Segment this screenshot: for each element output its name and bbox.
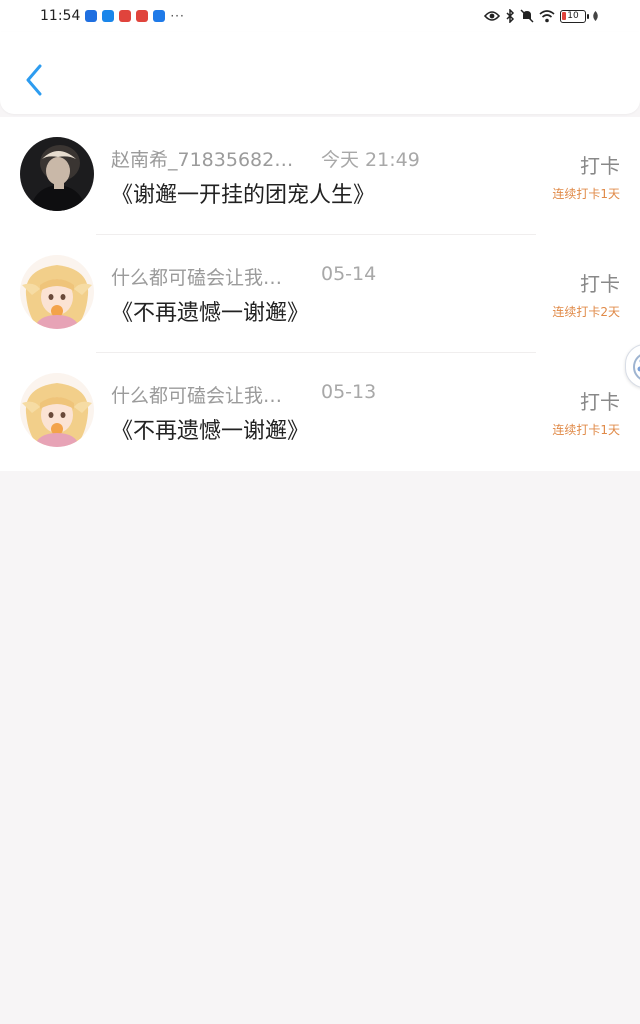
dark-photo-avatar-icon	[20, 137, 94, 211]
app-notification-icon-1	[85, 10, 98, 22]
battery-level: 10	[567, 11, 579, 21]
list-item[interactable]: 什么都可磕会让我… 05-13 《不再遗憾一谢邂》 打卡 连续打卡1天	[0, 353, 640, 471]
list-item[interactable]: 赵南希_71835682… 今天 21:49 《谢邂一开挂的团宠人生》 打卡 连…	[0, 117, 640, 235]
app-notification-icon-3	[119, 10, 132, 22]
anime-girl-avatar-icon	[20, 255, 94, 329]
leaf-icon	[593, 11, 598, 21]
status-time: 11:54	[40, 8, 81, 24]
checkin-button[interactable]: 打卡	[580, 268, 620, 297]
app-notification-icon-4	[136, 10, 149, 22]
anime-girl-avatar-icon	[20, 373, 94, 447]
status-right: 10	[484, 9, 600, 23]
entry-book-title: 《不再遗憾一谢邂》	[111, 419, 310, 444]
status-overflow: ···	[170, 9, 185, 23]
checkin-list: 赵南希_71835682… 今天 21:49 《谢邂一开挂的团宠人生》 打卡 连…	[0, 117, 640, 471]
checkin-streak: 连续打卡1天	[552, 423, 620, 437]
status-left: 11:54 ···	[40, 8, 185, 24]
avatar[interactable]	[20, 373, 94, 447]
back-button[interactable]	[18, 60, 50, 100]
battery-icon: 10	[560, 9, 589, 23]
list-item[interactable]: 什么都可磕会让我… 05-14 《不再遗憾一谢邂》 打卡 连续打卡2天	[0, 235, 640, 353]
status-bar: 11:54 ··· 10	[0, 0, 640, 32]
bluetooth-icon	[506, 9, 515, 23]
entry-author: 什么都可磕会让我…	[111, 385, 283, 407]
app-notification-icon-5	[153, 10, 166, 22]
checkin-streak: 连续打卡1天	[552, 187, 620, 201]
entry-author: 什么都可磕会让我…	[111, 267, 283, 289]
wifi-icon	[539, 9, 555, 22]
avatar[interactable]	[20, 137, 94, 211]
checkin-streak: 连续打卡2天	[552, 305, 620, 319]
entry-book-title: 《不再遗憾一谢邂》	[111, 301, 310, 326]
avatar[interactable]	[20, 255, 94, 329]
mute-icon	[520, 9, 534, 23]
chevron-left-icon	[26, 64, 42, 96]
entry-author: 赵南希_71835682…	[111, 149, 294, 171]
checkin-button[interactable]: 打卡	[580, 150, 620, 179]
entry-time: 05-14	[321, 263, 377, 285]
checkin-button[interactable]: 打卡	[580, 386, 620, 415]
entry-book-title: 《谢邂一开挂的团宠人生》	[111, 183, 376, 208]
eye-icon	[484, 11, 500, 21]
app-notification-icon-2	[102, 10, 115, 22]
header-bar	[0, 32, 640, 114]
entry-time: 05-13	[321, 381, 377, 403]
entry-time: 今天 21:49	[321, 149, 420, 171]
